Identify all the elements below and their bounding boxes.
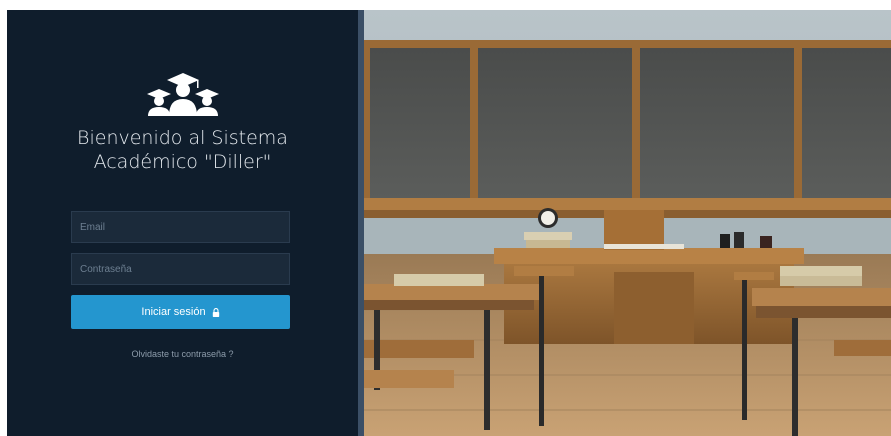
lock-icon	[212, 307, 219, 317]
email-input[interactable]	[71, 211, 290, 243]
login-button[interactable]: Iniciar sesión	[71, 295, 290, 329]
graduates-group-icon	[147, 73, 219, 116]
login-button-label: Iniciar sesión	[141, 306, 206, 318]
page-title: Bienvenido al Sistema Académico "Diller"	[7, 126, 358, 174]
forgot-password-link[interactable]: Olvidaste tu contraseña ?	[7, 349, 358, 359]
title-line-2: Académico "Diller"	[93, 151, 272, 173]
password-input[interactable]	[71, 253, 290, 285]
title-line-1: Bienvenido al Sistema	[77, 127, 288, 149]
login-panel: Bienvenido al Sistema Académico "Diller"…	[7, 10, 358, 436]
classroom-image	[364, 10, 891, 436]
login-screen: Bienvenido al Sistema Académico "Diller"…	[7, 10, 891, 436]
